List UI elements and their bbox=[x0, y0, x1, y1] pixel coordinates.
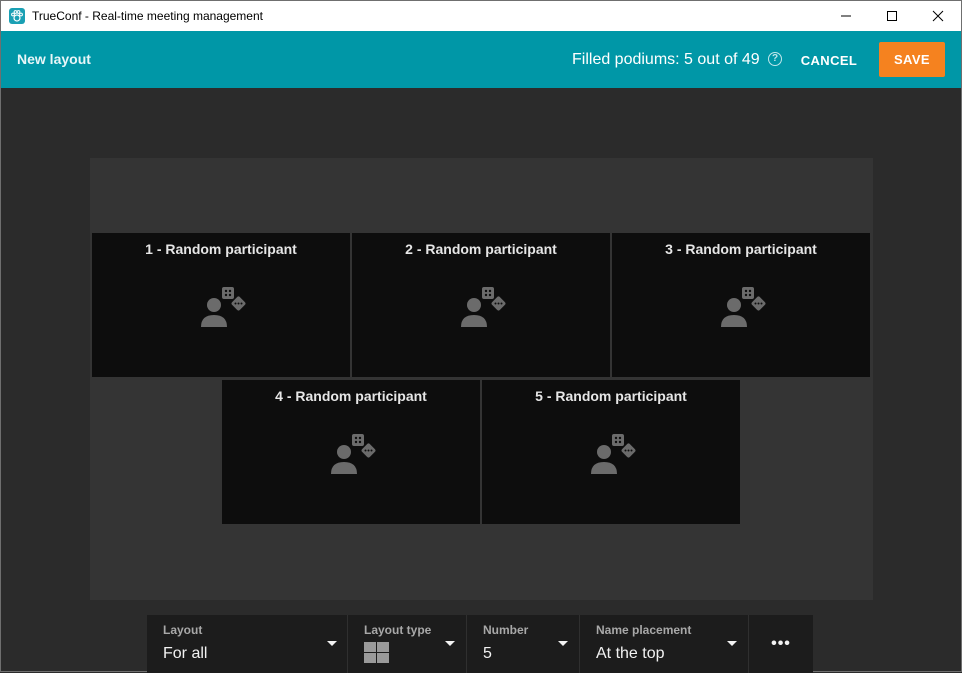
chevron-down-icon bbox=[327, 641, 337, 646]
random-participant-icon bbox=[331, 434, 376, 474]
layout-type-label: Layout type bbox=[364, 623, 432, 637]
close-icon bbox=[932, 10, 944, 22]
filled-podiums-status: Filled podiums: 5 out of 49 bbox=[572, 51, 760, 68]
name-placement-label: Name placement bbox=[596, 623, 692, 637]
podium-label: 1 - Random participant bbox=[145, 241, 297, 257]
number-select[interactable]: Number 5 bbox=[467, 615, 580, 673]
grid-2x2-icon bbox=[364, 642, 389, 663]
layout-select[interactable]: Layout For all bbox=[147, 615, 348, 673]
number-label: Number bbox=[483, 623, 529, 637]
layout-select-label: Layout bbox=[163, 623, 203, 637]
podium-tile[interactable]: 4 - Random participant bbox=[222, 380, 480, 524]
chevron-down-icon bbox=[445, 641, 455, 646]
random-participant-icon bbox=[591, 434, 636, 474]
minimize-icon bbox=[841, 15, 851, 17]
trueconf-paw-icon bbox=[9, 8, 25, 24]
layout-canvas: 1 - Random participant 2 - Random partic… bbox=[90, 158, 873, 600]
podium-label: 3 - Random participant bbox=[665, 241, 817, 257]
chevron-down-icon bbox=[558, 641, 568, 646]
name-placement-value: At the top bbox=[596, 645, 665, 662]
number-value: 5 bbox=[483, 645, 492, 662]
layout-title: New layout bbox=[17, 51, 91, 67]
cancel-button[interactable]: CANCEL bbox=[794, 45, 864, 75]
window-title: TrueConf - Real-time meeting management bbox=[32, 9, 263, 23]
more-horizontal-icon: ••• bbox=[771, 635, 791, 652]
save-button[interactable]: SAVE bbox=[879, 42, 945, 77]
random-participant-icon bbox=[201, 287, 246, 327]
app-window: TrueConf - Real-time meeting management … bbox=[0, 0, 962, 673]
podium-tile[interactable]: 1 - Random participant bbox=[92, 233, 350, 377]
random-participant-icon bbox=[461, 287, 506, 327]
podium-label: 2 - Random participant bbox=[405, 241, 557, 257]
layout-header: New layout Filled podiums: 5 out of 49 ?… bbox=[1, 31, 961, 88]
podium-tile[interactable]: 5 - Random participant bbox=[482, 380, 740, 524]
close-button[interactable] bbox=[915, 1, 961, 31]
name-placement-select[interactable]: Name placement At the top bbox=[580, 615, 749, 673]
title-bar: TrueConf - Real-time meeting management bbox=[1, 1, 961, 31]
podium-label: 4 - Random participant bbox=[275, 388, 427, 404]
maximize-button[interactable] bbox=[869, 1, 915, 31]
podium-label: 5 - Random participant bbox=[535, 388, 687, 404]
more-options-button[interactable]: ••• bbox=[749, 615, 813, 673]
podium-tile[interactable]: 2 - Random participant bbox=[352, 233, 610, 377]
random-participant-icon bbox=[721, 287, 766, 327]
help-icon[interactable]: ? bbox=[768, 52, 782, 66]
layout-type-select[interactable]: Layout type bbox=[348, 615, 467, 673]
maximize-icon bbox=[887, 11, 897, 21]
minimize-button[interactable] bbox=[823, 1, 869, 31]
layout-toolbar: Layout For all Layout type Number 5 Name… bbox=[147, 615, 813, 673]
chevron-down-icon bbox=[727, 641, 737, 646]
podium-tile[interactable]: 3 - Random participant bbox=[612, 233, 870, 377]
layout-select-value: For all bbox=[163, 645, 208, 662]
